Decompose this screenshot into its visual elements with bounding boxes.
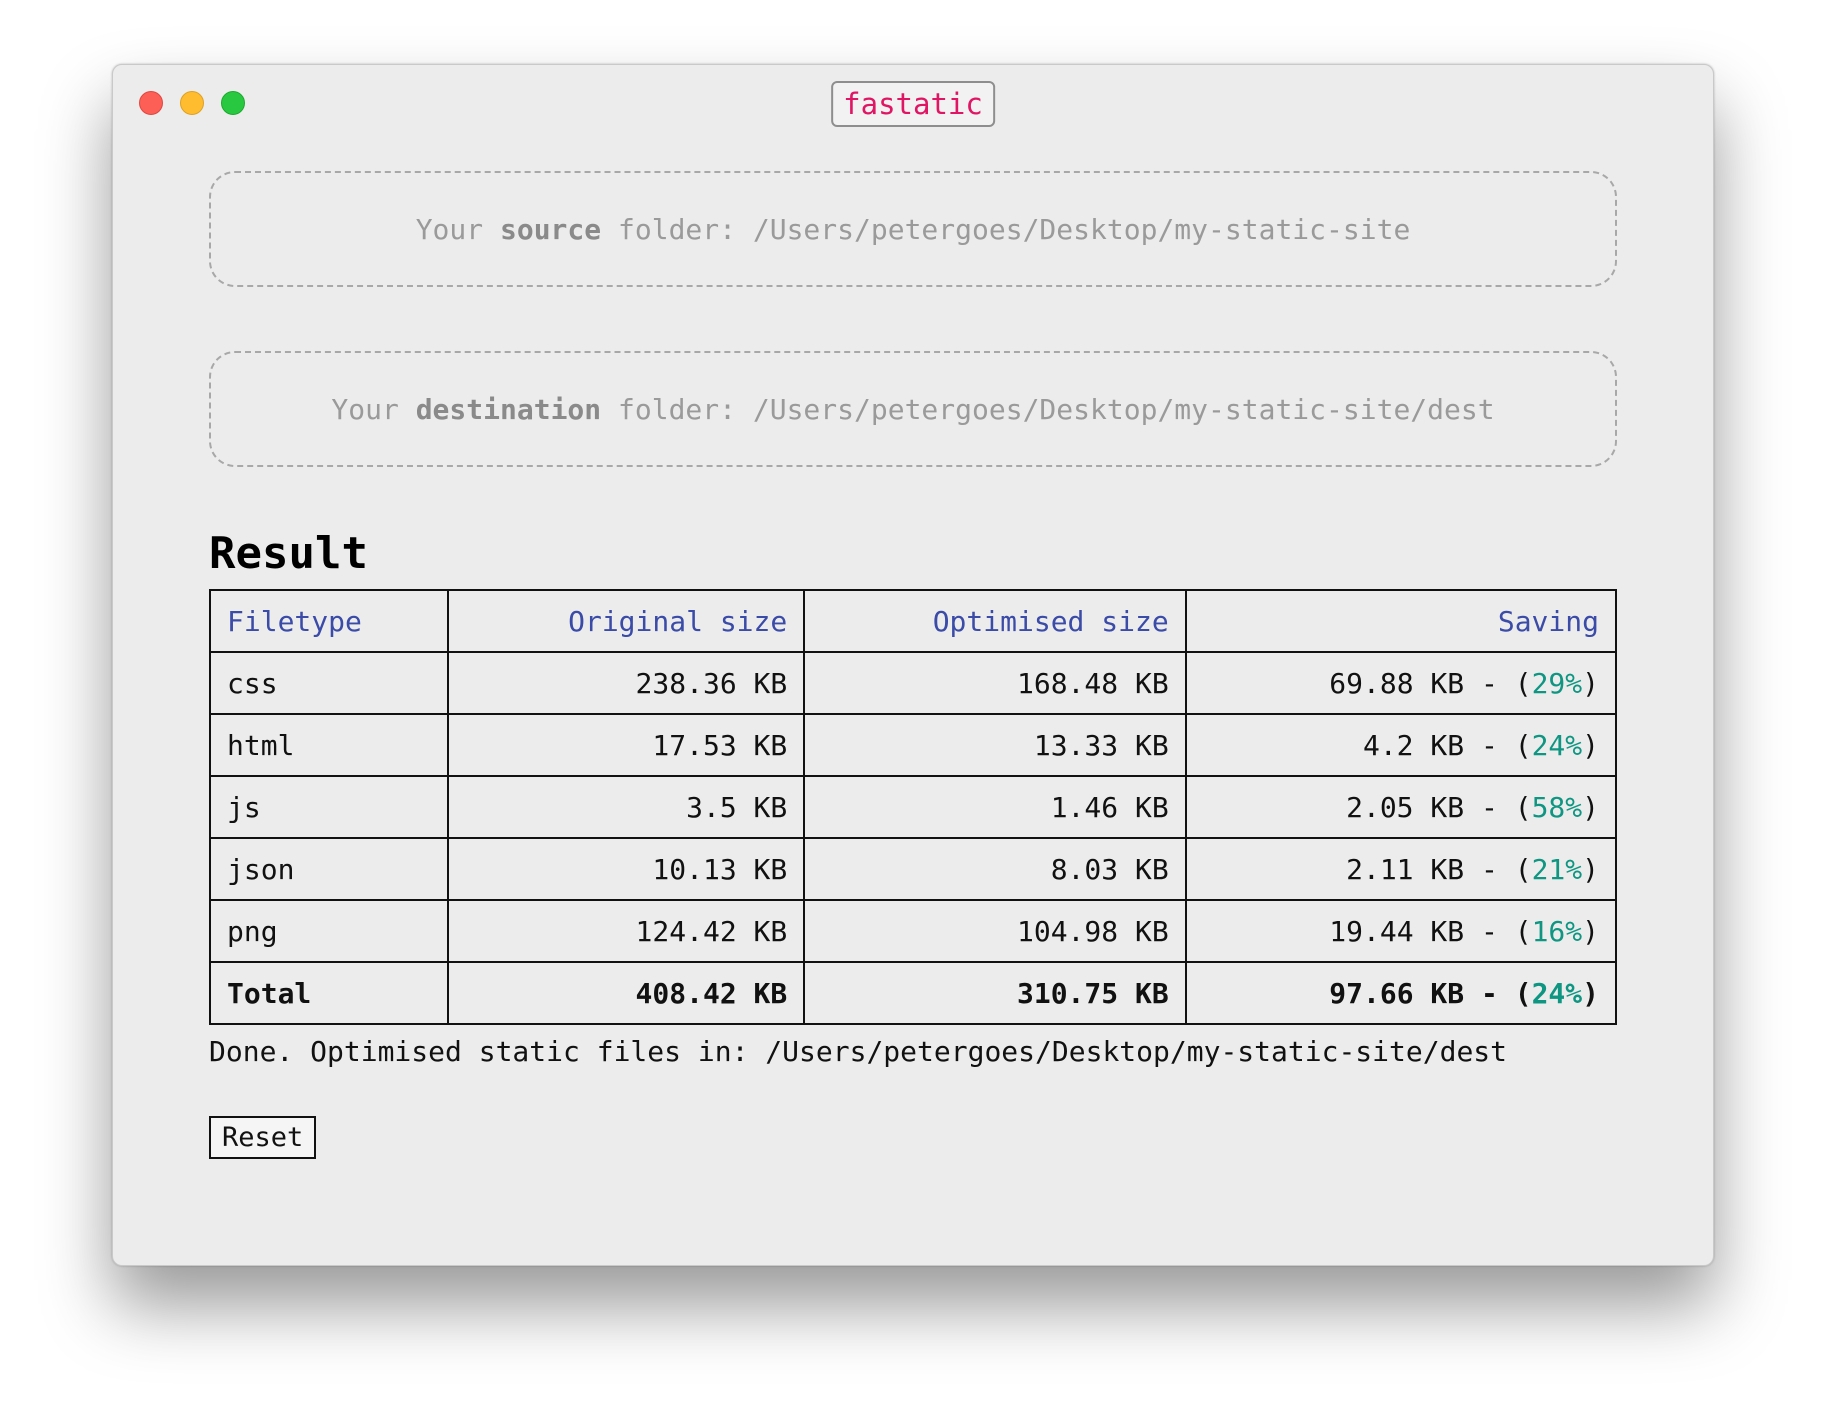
destination-folder-dropzone[interactable]: Your destination folder: /Users/petergoe… [209, 351, 1617, 467]
source-suffix: folder: [601, 212, 753, 246]
original-size-cell: 124.42 KB [446, 899, 806, 963]
saving-percent: 58% [1531, 790, 1583, 824]
saving-close: ) [1582, 914, 1599, 948]
saving-separator: - ( [1464, 976, 1532, 1010]
optimised-size-cell: 8.03 KB [803, 837, 1187, 901]
filetype-cell: js [209, 775, 449, 839]
destination-keyword: destination [415, 392, 602, 426]
filetype-cell: css [209, 651, 449, 715]
optimised-size-cell: 13.33 KB [803, 713, 1187, 777]
filetype-cell: json [209, 837, 449, 901]
saving-separator: - ( [1464, 790, 1532, 824]
original-size-cell: 17.53 KB [446, 713, 806, 777]
source-prefix: Your [415, 212, 500, 246]
original-size-cell: 10.13 KB [446, 837, 806, 901]
reset-button[interactable]: Reset [209, 1116, 317, 1159]
original-size-cell: 238.36 KB [446, 651, 806, 715]
filetype-cell: png [209, 899, 449, 963]
saving-close: ) [1582, 852, 1599, 886]
saving-separator: - ( [1464, 852, 1532, 886]
filetype-cell: html [209, 713, 449, 777]
app-title: fastatic [831, 81, 995, 127]
table-row: html 17.53 KB 13.33 KB 4.2 KB - (24%) [209, 713, 1618, 777]
result-table: Filetype Original size Optimised size Sa… [209, 589, 1618, 1025]
total-original-size: 408.42 KB [446, 961, 806, 1025]
saving-amount: 69.88 KB [1329, 666, 1465, 700]
destination-suffix: folder: [601, 392, 753, 426]
main-content: Your source folder: /Users/petergoes/Des… [209, 171, 1618, 1159]
saving-close: ) [1582, 976, 1599, 1010]
table-header-row: Filetype Original size Optimised size Sa… [209, 589, 1618, 653]
destination-prefix: Your [331, 392, 416, 426]
source-folder-dropzone[interactable]: Your source folder: /Users/petergoes/Des… [209, 171, 1617, 287]
source-keyword: source [499, 212, 602, 246]
optimised-size-cell: 1.46 KB [803, 775, 1187, 839]
saving-close: ) [1582, 790, 1599, 824]
saving-percent: 29% [1531, 666, 1583, 700]
saving-amount: 19.44 KB [1329, 914, 1465, 948]
app-window: fastatic Your source folder: /Users/pete… [112, 64, 1714, 1266]
saving-percent: 24% [1531, 728, 1583, 762]
total-saving-percent: 24% [1531, 976, 1583, 1010]
total-saving-cell: 97.66 KB - (24%) [1184, 961, 1618, 1025]
saving-amount: 2.05 KB [1346, 790, 1465, 824]
table-row: js 3.5 KB 1.46 KB 2.05 KB - (58%) [209, 775, 1618, 839]
total-saving-amount: 97.66 KB [1329, 976, 1465, 1010]
header-filetype: Filetype [209, 589, 449, 653]
saving-cell: 19.44 KB - (16%) [1184, 899, 1618, 963]
total-optimised-size: 310.75 KB [803, 961, 1187, 1025]
total-row: Total 408.42 KB 310.75 KB 97.66 KB - (24… [209, 961, 1618, 1025]
saving-close: ) [1582, 666, 1599, 700]
header-original-size: Original size [446, 589, 806, 653]
status-message: Done. Optimised static files in: /Users/… [209, 1035, 1508, 1068]
destination-path: /Users/petergoes/Desktop/my-static-site/… [752, 392, 1495, 426]
window-controls [139, 91, 245, 115]
table-row: css 238.36 KB 168.48 KB 69.88 KB - (29%) [209, 651, 1618, 715]
result-heading: Result [209, 528, 368, 579]
table-row: json 10.13 KB 8.03 KB 2.11 KB - (21%) [209, 837, 1618, 901]
maximize-window-button[interactable] [221, 91, 245, 115]
original-size-cell: 3.5 KB [446, 775, 806, 839]
saving-separator: - ( [1464, 728, 1532, 762]
saving-amount: 4.2 KB [1362, 728, 1465, 762]
header-saving: Saving [1184, 589, 1618, 653]
total-label: Total [209, 961, 449, 1025]
saving-percent: 21% [1531, 852, 1583, 886]
saving-cell: 2.11 KB - (21%) [1184, 837, 1618, 901]
saving-cell: 69.88 KB - (29%) [1184, 651, 1618, 715]
optimised-size-cell: 104.98 KB [803, 899, 1187, 963]
saving-separator: - ( [1464, 666, 1532, 700]
title-bar: fastatic [113, 65, 1713, 145]
table-row: png 124.42 KB 104.98 KB 19.44 KB - (16%) [209, 899, 1618, 963]
saving-cell: 4.2 KB - (24%) [1184, 713, 1618, 777]
saving-cell: 2.05 KB - (58%) [1184, 775, 1618, 839]
minimize-window-button[interactable] [180, 91, 204, 115]
saving-close: ) [1582, 728, 1599, 762]
close-window-button[interactable] [139, 91, 163, 115]
optimised-size-cell: 168.48 KB [803, 651, 1187, 715]
header-optimised-size: Optimised size [803, 589, 1187, 653]
saving-amount: 2.11 KB [1346, 852, 1465, 886]
saving-percent: 16% [1531, 914, 1583, 948]
saving-separator: - ( [1464, 914, 1532, 948]
source-path: /Users/petergoes/Desktop/my-static-site [752, 212, 1411, 246]
